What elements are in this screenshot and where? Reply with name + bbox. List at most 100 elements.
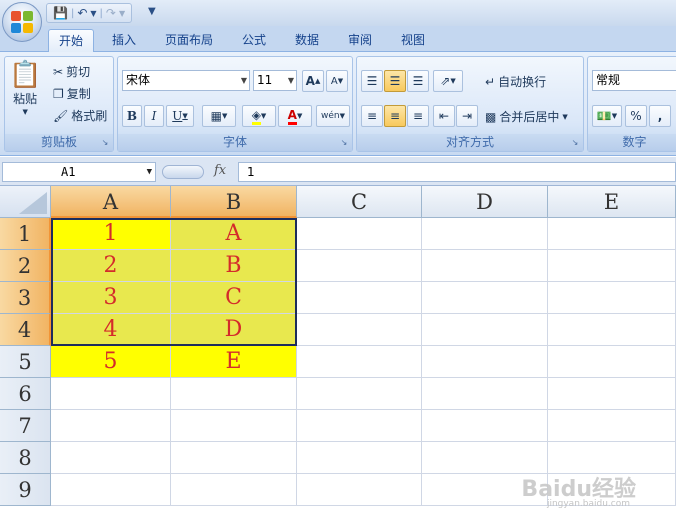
empty-cell[interactable] [51, 378, 171, 410]
empty-cell[interactable] [422, 442, 548, 474]
empty-cell[interactable] [171, 442, 297, 474]
cell-b4[interactable]: D [171, 314, 297, 346]
undo-dropdown-icon[interactable]: ▼ [90, 9, 96, 18]
column-header-e[interactable]: E [548, 186, 676, 218]
empty-cell[interactable] [297, 282, 422, 314]
empty-cell[interactable] [548, 378, 676, 410]
empty-cell[interactable] [171, 410, 297, 442]
row-header-9[interactable]: 9 [0, 474, 51, 506]
customize-qat-icon[interactable]: ▼ [148, 6, 156, 17]
column-header-d[interactable]: D [422, 186, 548, 218]
empty-cell[interactable] [422, 410, 548, 442]
column-header-a[interactable]: A [51, 186, 171, 218]
tab-review[interactable]: 审阅 [338, 29, 382, 52]
empty-cell[interactable] [422, 250, 548, 282]
empty-cell[interactable] [422, 346, 548, 378]
row-header-1[interactable]: 1 [0, 218, 51, 250]
cell-a4[interactable]: 4 [51, 314, 171, 346]
cell-a1[interactable]: 1 [51, 218, 171, 250]
comma-button[interactable]: , [649, 105, 671, 127]
font-color-button[interactable]: A ▼ [278, 105, 312, 127]
align-left-button[interactable]: ≡ [361, 105, 383, 127]
accounting-format-button[interactable]: 💵 ▼ [592, 105, 622, 127]
empty-cell[interactable] [51, 442, 171, 474]
empty-cell[interactable] [422, 218, 548, 250]
empty-cell[interactable] [548, 410, 676, 442]
wrap-text-button[interactable]: ↵ 自动换行 [485, 73, 546, 90]
tab-data[interactable]: 数据 [286, 29, 328, 52]
underline-button[interactable]: U ▼ [166, 105, 194, 127]
paste-button[interactable]: 📋 粘贴 ▼ [9, 61, 41, 116]
copy-button[interactable]: ❐ 复制 [53, 85, 91, 102]
empty-cell[interactable] [297, 218, 422, 250]
empty-cell[interactable] [297, 378, 422, 410]
clipboard-launcher-icon[interactable]: ↘ [100, 138, 110, 148]
tab-formulas[interactable]: 公式 [232, 29, 276, 52]
cell-a3[interactable]: 3 [51, 282, 171, 314]
cut-button[interactable]: ✂ 剪切 [53, 63, 90, 80]
phonetic-button[interactable]: wén ▼ [316, 105, 350, 127]
empty-cell[interactable] [51, 410, 171, 442]
bold-button[interactable]: B [122, 105, 142, 127]
empty-cell[interactable] [297, 442, 422, 474]
insert-function-button[interactable]: fx [214, 163, 226, 178]
cell-a2[interactable]: 2 [51, 250, 171, 282]
empty-cell[interactable] [422, 378, 548, 410]
empty-cell[interactable] [548, 250, 676, 282]
shrink-font-button[interactable]: A ▼ [326, 70, 348, 92]
merge-center-button[interactable]: ▩ 合并后居中 ▼ [485, 108, 568, 125]
font-launcher-icon[interactable]: ↘ [339, 138, 349, 148]
alignment-launcher-icon[interactable]: ↘ [570, 138, 580, 148]
tab-home[interactable]: 开始 [48, 29, 94, 52]
empty-cell[interactable] [548, 314, 676, 346]
decrease-indent-button[interactable]: ⇤ [433, 105, 455, 127]
empty-cell[interactable] [548, 442, 676, 474]
percent-button[interactable]: % [625, 105, 647, 127]
redo-dropdown-icon[interactable]: ▼ [119, 9, 125, 18]
empty-cell[interactable] [422, 314, 548, 346]
cell-b2[interactable]: B [171, 250, 297, 282]
empty-cell[interactable] [548, 346, 676, 378]
format-painter-button[interactable]: 🖌 格式刷 [53, 107, 107, 124]
number-format-combo[interactable]: 常规 [592, 70, 676, 91]
select-all-button[interactable] [0, 186, 51, 218]
chevron-down-icon[interactable]: ▼ [241, 71, 247, 90]
row-header-7[interactable]: 7 [0, 410, 51, 442]
empty-cell[interactable] [171, 378, 297, 410]
save-icon[interactable]: 💾 [53, 6, 68, 20]
row-header-6[interactable]: 6 [0, 378, 51, 410]
redo-icon[interactable]: ↷ [106, 6, 116, 20]
empty-cell[interactable] [297, 346, 422, 378]
cell-a5[interactable]: 5 [51, 346, 171, 378]
empty-cell[interactable] [548, 282, 676, 314]
empty-cell[interactable] [297, 250, 422, 282]
row-header-2[interactable]: 2 [0, 250, 51, 282]
align-middle-button[interactable]: ☰ [384, 70, 406, 92]
office-button[interactable] [2, 2, 42, 42]
empty-cell[interactable] [422, 282, 548, 314]
formula-bar-resize-handle[interactable] [162, 165, 204, 179]
font-name-combo[interactable]: 宋体 ▼ [122, 70, 250, 91]
empty-cell[interactable] [297, 474, 422, 506]
empty-cell[interactable] [297, 314, 422, 346]
empty-cell[interactable] [297, 410, 422, 442]
font-size-combo[interactable]: 11 ▼ [253, 70, 297, 91]
align-right-button[interactable]: ≡ [407, 105, 429, 127]
align-top-button[interactable]: ☰ [361, 70, 383, 92]
empty-cell[interactable] [51, 474, 171, 506]
empty-cell[interactable] [548, 218, 676, 250]
row-header-4[interactable]: 4 [0, 314, 51, 346]
formula-input[interactable]: 1 [238, 162, 676, 182]
row-header-5[interactable]: 5 [0, 346, 51, 378]
italic-button[interactable]: I [144, 105, 164, 127]
grow-font-button[interactable]: A ▲ [302, 70, 324, 92]
undo-icon[interactable]: ↶ [77, 6, 87, 20]
cell-b3[interactable]: C [171, 282, 297, 314]
tab-view[interactable]: 视图 [392, 29, 434, 52]
cell-b1[interactable]: A [171, 218, 297, 250]
chevron-down-icon[interactable]: ▼ [147, 163, 152, 181]
row-header-8[interactable]: 8 [0, 442, 51, 474]
name-box[interactable]: A1 ▼ [2, 162, 156, 182]
fill-color-button[interactable]: ◈ ▼ [242, 105, 276, 127]
column-header-b[interactable]: B [171, 186, 297, 218]
